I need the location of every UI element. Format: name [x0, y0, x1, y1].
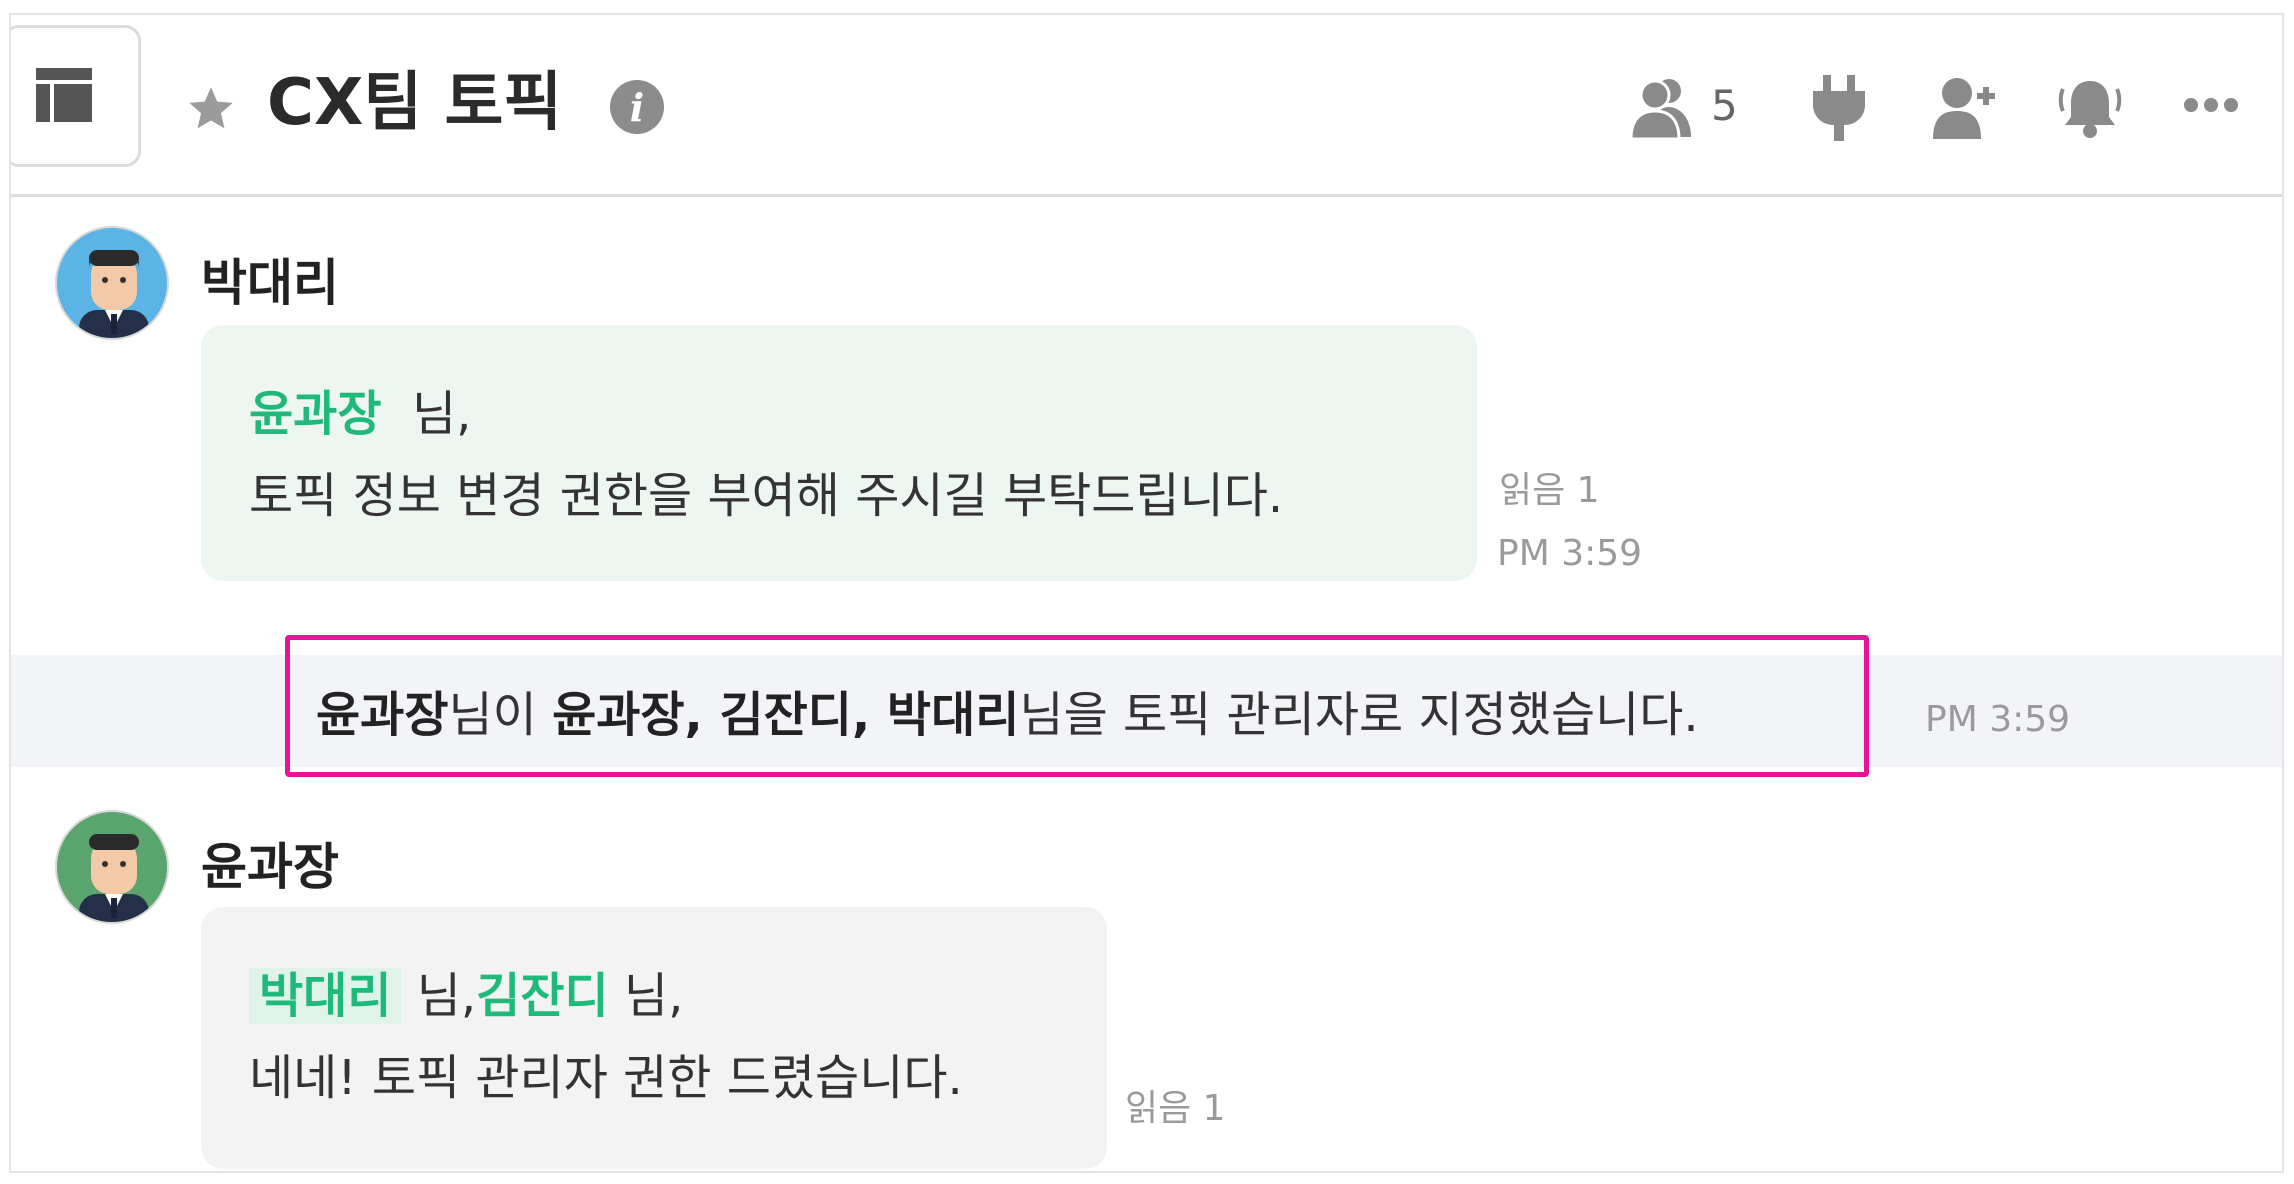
mention[interactable]: 박대리 [249, 968, 402, 1024]
mention[interactable]: 윤과장 [249, 386, 381, 442]
info-icon[interactable]: i [609, 79, 665, 135]
user-avatar-icon [79, 834, 149, 922]
members-icon[interactable] [1629, 75, 1695, 139]
message-line-1: 박대리 님,김잔디 님, [249, 955, 1059, 1037]
system-targets: 윤과장, 김잔디, 박대리 [552, 687, 1020, 743]
message-line-2: 네네! 토픽 관리자 권한 드렸습니다. [249, 1050, 963, 1106]
add-member-icon[interactable] [1933, 75, 1997, 139]
panel-toggle-icon [36, 68, 92, 122]
topic-title: CX팀 토픽 [267, 66, 563, 140]
system-text-2: 님을 토픽 관리자로 지정했습니다. [1019, 687, 1699, 743]
svg-text:i: i [630, 85, 644, 130]
system-message: 윤과장님이 윤과장, 김잔디, 박대리님을 토픽 관리자로 지정했습니다. [316, 675, 1699, 745]
message-bubble: 윤과장 님, 토픽 정보 변경 권한을 부여해 주시길 부탁드립니다. [201, 325, 1477, 581]
message-author: 윤과장 [201, 838, 339, 896]
message-time: PM 3:59 [1497, 533, 1643, 574]
system-text-1: 님이 [448, 687, 553, 743]
avatar[interactable] [55, 810, 169, 924]
notification-bell-icon[interactable] [2057, 75, 2123, 141]
plug-icon[interactable] [1811, 75, 1867, 141]
chat-window: CX팀 토픽 i 5 박대리 윤과장 님, 토픽 정보 변경 권한을 부여해 주… [9, 13, 2284, 1173]
message-author: 박대리 [201, 254, 339, 312]
panel-toggle-button[interactable] [11, 25, 141, 167]
read-count[interactable]: 읽음 1 [1125, 1079, 1226, 1131]
message-bubble: 박대리 님,김잔디 님, 네네! 토픽 관리자 권한 드렸습니다. [201, 907, 1107, 1169]
star-icon[interactable] [184, 83, 238, 135]
avatar[interactable] [55, 226, 169, 340]
mention-suffix: 님, [412, 386, 472, 442]
message-line-2: 토픽 정보 변경 권한을 부여해 주시길 부탁드립니다. [249, 468, 1284, 524]
member-count[interactable]: 5 [1711, 81, 1738, 130]
mention-suffix: 님, [623, 968, 684, 1024]
system-time: PM 3:59 [1925, 699, 2071, 740]
read-count[interactable]: 읽음 1 [1499, 461, 1600, 513]
more-icon[interactable] [2183, 97, 2239, 113]
system-actor: 윤과장 [316, 687, 449, 743]
user-avatar-icon [79, 250, 149, 338]
topic-header: CX팀 토픽 i 5 [11, 15, 2282, 197]
mention-suffix: 님, [416, 968, 477, 1024]
mention[interactable]: 김잔디 [476, 968, 608, 1024]
message-line-1: 윤과장 님, [249, 373, 1429, 455]
